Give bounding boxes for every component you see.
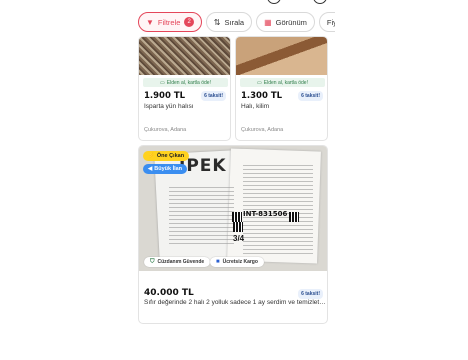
filter-button[interactable]: ▼ Filtrele 2	[138, 12, 202, 32]
installment-badge: 6 taksit!	[298, 91, 323, 101]
listing-title: Sıfır değerinde 2 halı 2 yolluk sadece 1…	[144, 299, 326, 306]
featured-badge-label: Öne Çıkan	[156, 153, 185, 159]
top-icon-row	[135, 0, 335, 4]
featured-badge: ⚡ Öne Çıkan	[143, 151, 190, 161]
big-ad-badge-label: Büyük İlan	[154, 166, 183, 172]
qr-code-icon	[233, 222, 243, 232]
filter-bar: ▼ Filtrele 2 ⇅ Sırala ▦ Görünüm Fiy	[135, 12, 335, 38]
listing-price: 1.300 TL	[241, 91, 283, 101]
promo-banner: ▭ Elden al, kartla öde!	[143, 78, 228, 87]
listing-price: 40.000 TL	[144, 288, 194, 298]
shield-icon: ⛉	[150, 258, 155, 265]
product-code: INT-831506	[243, 210, 288, 218]
listing-title: Isparta yün halısı	[144, 103, 194, 110]
free-shipping-label: Ücretsiz Kargo	[222, 259, 258, 265]
listing-image	[236, 37, 327, 75]
sort-arrows-icon: ⇅	[213, 17, 221, 27]
big-ad-badge: ◀ Büyük İlan	[143, 164, 188, 174]
listing-card-featured[interactable]: İPEK INT-831506 3/4 ⚡ Öne Çıkan ◀ Büyük …	[138, 145, 328, 324]
installment-badge: 6 taksit!	[298, 289, 323, 299]
sort-button[interactable]: ⇅ Sırala	[205, 12, 253, 32]
funnel-icon: ▼	[146, 17, 154, 27]
listing-feed: ▼ Filtrele 2 ⇅ Sırala ▦ Görünüm Fiy ▭ El…	[135, 0, 335, 360]
qr-code-icon	[232, 212, 242, 222]
price-label: Fiy	[326, 17, 335, 27]
label-text-lines	[243, 164, 313, 254]
card-icon: ▭	[160, 79, 165, 86]
truck-icon: ■	[216, 259, 220, 265]
promo-text: Elden al, kartla öde!	[263, 79, 308, 86]
label-text-lines	[169, 184, 234, 244]
listing-card[interactable]: ▭ Elden al, kartla öde! 1.900 TL 6 taksi…	[138, 36, 231, 141]
grid-icon: ▦	[264, 17, 272, 27]
listing-image	[139, 37, 230, 75]
price-button[interactable]: Fiy	[318, 12, 335, 32]
promo-banner: ▭ Elden al, kartla öde!	[240, 78, 325, 87]
sort-label: Sırala	[224, 17, 245, 27]
wallet-safe-pill: ⛉ Cüzdanım Güvende	[144, 257, 211, 267]
megaphone-icon: ◀	[148, 166, 153, 172]
listing-location: Çukurova, Adana	[241, 127, 284, 133]
card-icon: ▭	[257, 79, 262, 86]
view-label: Görünüm	[275, 17, 307, 27]
filter-label: Filtrele	[157, 17, 181, 27]
filter-count-badge: 2	[184, 17, 194, 27]
listing-location: Çukurova, Adana	[144, 127, 187, 133]
qr-code-icon	[289, 212, 299, 222]
listing-card[interactable]: ▭ Elden al, kartla öde! 1.300 TL 6 taksi…	[235, 36, 328, 141]
wallet-safe-label: Cüzdanım Güvende	[157, 259, 205, 265]
menu-icon[interactable]	[313, 0, 327, 4]
free-shipping-pill: ■ Ücretsiz Kargo	[210, 257, 264, 267]
promo-text: Elden al, kartla öde!	[166, 79, 211, 86]
listing-price: 1.900 TL	[144, 91, 186, 101]
lightning-icon: ⚡	[148, 153, 155, 159]
installment-badge: 6 taksit!	[201, 91, 226, 101]
listing-title: Halı, kilim	[241, 103, 270, 110]
bell-icon[interactable]	[267, 0, 281, 4]
view-button[interactable]: ▦ Görünüm	[256, 12, 315, 32]
product-size: 3/4	[233, 234, 245, 243]
